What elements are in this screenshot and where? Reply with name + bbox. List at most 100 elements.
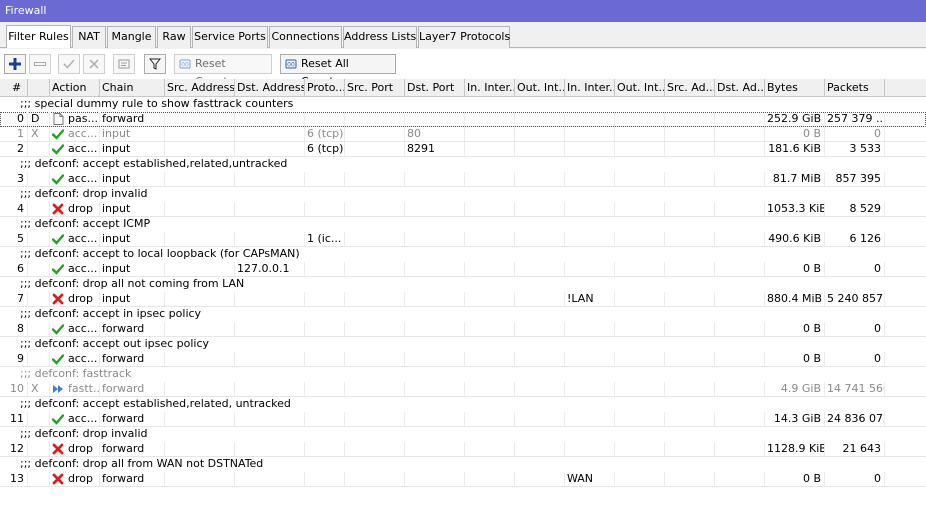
rule-row[interactable]: 5 acc... input 1 (ic... 490.6 KiB 6 126 [0, 232, 926, 247]
cell-outlist [615, 412, 665, 426]
comment-row[interactable]: ;;; defconf: drop all from WAN not DSTNA… [0, 457, 926, 472]
hdr-out-interface-list[interactable]: Out. Int... [615, 79, 665, 97]
cell-dstlist [715, 352, 765, 366]
tab-layer7-protocols[interactable]: Layer7 Protocols [418, 26, 510, 48]
cell-outlist [615, 172, 665, 186]
tab-address-lists[interactable]: Address Lists [343, 26, 417, 48]
cell-srclist [665, 322, 715, 336]
rule-row[interactable]: 4 drop input 1053.3 KiB 8 529 [0, 202, 926, 217]
hdr-packets[interactable]: Packets [825, 79, 885, 97]
cell-dst [235, 142, 305, 156]
add-button[interactable] [4, 54, 26, 74]
rule-row[interactable]: 2 acc... input 6 (tcp) 8291 181.6 KiB 3 533 [0, 142, 926, 157]
hdr-dst-address-list[interactable]: Dst. Ad... [715, 79, 765, 97]
cell-proto [305, 172, 345, 186]
rule-row[interactable]: 8 acc... forward 0 B0 [0, 322, 926, 337]
cell-srclist [665, 352, 715, 366]
comment-row[interactable]: ;;; defconf: accept established,related,… [0, 397, 926, 412]
comment-row[interactable]: ;;; special dummy rule to show fasttrack… [0, 97, 926, 112]
cell-bytes: 81.7 MiB [765, 172, 825, 186]
rule-row[interactable]: 11 acc... forward 14.3 GiB 24 836 072 [0, 412, 926, 427]
cell-sport [345, 442, 405, 456]
cell-flag [28, 232, 50, 246]
cell-flag [28, 292, 50, 306]
filter-button[interactable] [144, 54, 166, 74]
cell-srclist [665, 442, 715, 456]
cell-flag [28, 442, 50, 456]
cell-inif [465, 382, 515, 396]
hdr-action[interactable]: Action [50, 79, 100, 97]
cell-outlist [615, 127, 665, 141]
tab-service-ports[interactable]: Service Ports [192, 26, 268, 48]
hdr-in-interface[interactable]: In. Inter... [465, 79, 515, 97]
hdr-flags[interactable] [28, 79, 50, 97]
cell-proto: 6 (tcp) [307, 127, 345, 141]
comment-button[interactable] [113, 54, 135, 74]
rule-row[interactable]: 12 drop forward 1128.9 KiB 21 643 [0, 442, 926, 457]
rule-row[interactable]: 3 acc... input 81.7 MiB 857 395 [0, 172, 926, 187]
rule-row[interactable]: 0 Dpas... forward 252.9 GiB 257 379 ... [0, 112, 926, 127]
hdr-num[interactable]: # [0, 79, 28, 97]
cell-outlist [615, 352, 665, 366]
cell-src [165, 172, 235, 186]
cell-dport: 8291 [405, 142, 465, 156]
rule-row[interactable]: 6 acc... input 127.0.0.1 0 B0 [0, 262, 926, 277]
cell-chain: input [100, 292, 165, 306]
tab-nat[interactable]: NAT [72, 26, 106, 48]
cell-inlist: !LAN [565, 292, 615, 306]
rule-comment: ;;; defconf: accept ICMP [20, 217, 151, 230]
cell-dstlist [715, 112, 765, 126]
comment-row[interactable]: ;;; defconf: drop invalid [0, 187, 926, 202]
cell-chain: forward [100, 412, 165, 426]
comment-row[interactable]: ;;; defconf: accept in ipsec policy [0, 307, 926, 322]
cell-sport [345, 382, 405, 396]
comment-row[interactable]: ;;; defconf: drop invalid [0, 427, 926, 442]
hdr-dst-address[interactable]: Dst. Address [235, 79, 305, 97]
rule-row[interactable]: 13 drop forward WAN 0 B0 [0, 472, 926, 487]
comment-row[interactable]: ;;; defconf: fasttrack [0, 367, 926, 382]
disable-button[interactable] [83, 54, 105, 74]
comment-row[interactable]: ;;; defconf: drop all not coming from LA… [0, 277, 926, 292]
note-icon [114, 55, 134, 73]
cell-outif [515, 292, 565, 306]
cell-src [165, 412, 235, 426]
cell-dport [405, 412, 465, 426]
cell-srclist [665, 382, 715, 396]
comment-row[interactable]: ;;; defconf: accept established,related,… [0, 157, 926, 172]
cell-packets: 8 529 [825, 202, 885, 216]
cell-num: 3 [0, 172, 28, 186]
cell-proto [305, 412, 345, 426]
reset-all-counters-button[interactable]: 00 Reset All Counters [280, 54, 396, 88]
cell-dport [405, 202, 465, 216]
hdr-out-interface[interactable]: Out. Int... [515, 79, 565, 97]
cell-srclist [665, 172, 715, 186]
rule-row[interactable]: 10 Xfastt... forward 4.9 GiB 14 741 560 [0, 382, 926, 397]
hdr-bytes[interactable]: Bytes [765, 79, 825, 97]
enable-button[interactable] [58, 54, 80, 74]
hdr-src-port[interactable]: Src. Port [345, 79, 405, 97]
cell-num: 5 [0, 232, 28, 246]
hdr-protocol[interactable]: Proto... [305, 79, 345, 97]
cell-inif [465, 412, 515, 426]
hdr-src-address-list[interactable]: Src. Ad... [665, 79, 715, 97]
comment-row[interactable]: ;;; defconf: accept out ipsec policy [0, 337, 926, 352]
cell-inlist [565, 127, 615, 141]
rule-row[interactable]: 1 Xacc... input 6 (tcp) 80 0 B0 [0, 127, 926, 142]
check-icon [51, 413, 65, 425]
comment-row[interactable]: ;;; defconf: accept ICMP [0, 217, 926, 232]
hdr-src-address[interactable]: Src. Address [165, 79, 235, 97]
cell-bytes: 880.4 MiB [765, 292, 825, 306]
cell-flag [28, 172, 50, 186]
remove-button[interactable] [29, 54, 51, 74]
hdr-chain[interactable]: Chain [100, 79, 165, 97]
tab-mangle[interactable]: Mangle [107, 26, 156, 48]
tab-filter-rules[interactable]: Filter Rules [6, 25, 71, 48]
tab-raw[interactable]: Raw [157, 26, 191, 48]
hdr-in-interface-list[interactable]: In. Inter... [565, 79, 615, 97]
hdr-dst-port[interactable]: Dst. Port [405, 79, 465, 97]
reset-counters-button[interactable]: 00 Reset Counters [174, 54, 272, 88]
tab-connections[interactable]: Connections [269, 26, 342, 48]
rule-row[interactable]: 9 acc... forward 0 B0 [0, 352, 926, 367]
comment-row[interactable]: ;;; defconf: accept to local loopback (f… [0, 247, 926, 262]
rule-row[interactable]: 7 drop input !LAN 880.4 MiB 5 240 857 [0, 292, 926, 307]
